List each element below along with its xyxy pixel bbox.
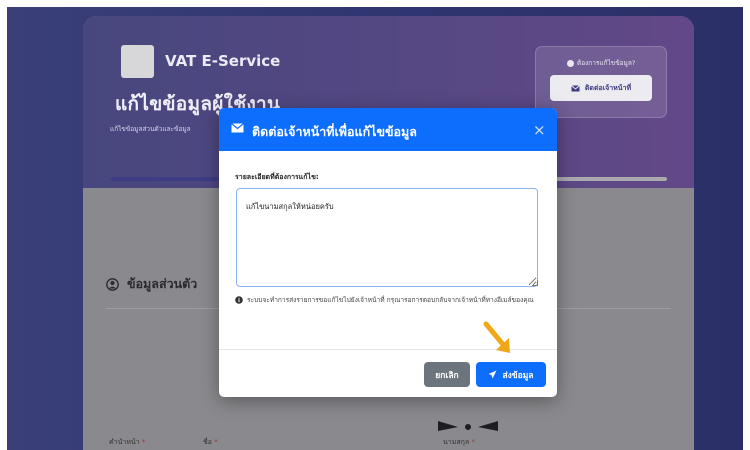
resize-handle[interactable] — [532, 280, 538, 286]
required-mark: * — [141, 438, 146, 446]
help-text: ต้องการแก้ไขข้อมูล? — [567, 58, 635, 68]
info-message: ระบบจะทำการส่งรายการขอแก้ไขไปยังเจ้าหน้า… — [247, 296, 534, 304]
logo — [121, 45, 154, 78]
first-name-label: ชื่อ * — [203, 437, 218, 448]
brand-name: VAT E-Service — [165, 52, 281, 70]
question-icon — [567, 59, 574, 67]
send-button[interactable]: ส่งข้อมูล — [476, 362, 546, 387]
details-label: รายละเอียดที่ต้องการแก้ไข: — [235, 173, 319, 181]
pointer-arrow-icon — [483, 321, 510, 353]
mail-icon — [231, 123, 244, 133]
contact-staff-button[interactable]: ติดต่อเจ้าหน้าที่ — [550, 75, 652, 101]
last-name-label-text: นามสกุล — [443, 438, 470, 446]
last-name-label: นามสกุล * — [443, 437, 475, 448]
cancel-button-label: ยกเลิก — [435, 370, 459, 381]
required-mark: * — [214, 438, 218, 446]
first-name-label-text: ชื่อ — [203, 438, 212, 446]
send-button-label: ส่งข้อมูล — [502, 370, 534, 381]
modal-header: ติดต่อเจ้าหน้าที่เพื่อแก้ไขข้อมูล × — [219, 108, 557, 151]
modal-title: ติดต่อเจ้าหน้าที่เพื่อแก้ไขข้อมูล — [252, 124, 417, 139]
info-icon — [235, 296, 243, 304]
user-circle-icon — [106, 277, 119, 291]
screen: VAT E-Service แก้ไขข้อมูลผู้ใช้งาน แก้ไข… — [0, 0, 750, 450]
send-icon — [488, 370, 497, 379]
cancel-button[interactable]: ยกเลิก — [424, 362, 470, 387]
prefix-label-text: คำนำหน้า — [109, 438, 140, 446]
avatar-placeholder-icon — [438, 421, 498, 431]
page-subtitle: แก้ไขข้อมูลส่วนตัวและข้อมูล — [110, 125, 191, 133]
details-textarea[interactable]: แก้ไขนามสกุลให้หน่อยครับ — [236, 188, 538, 287]
mail-icon — [571, 84, 580, 91]
contact-staff-label: ติดต่อเจ้าหน้าที่ — [584, 83, 632, 92]
required-mark: * — [471, 438, 475, 446]
close-icon[interactable]: × — [533, 121, 546, 139]
section-heading: ข้อมูลส่วนตัว — [106, 274, 197, 294]
help-text-label: ต้องการแก้ไขข้อมูล? — [577, 59, 636, 67]
section-title: ข้อมูลส่วนตัว — [127, 276, 198, 291]
prefix-label: คำนำหน้า * — [109, 437, 145, 448]
